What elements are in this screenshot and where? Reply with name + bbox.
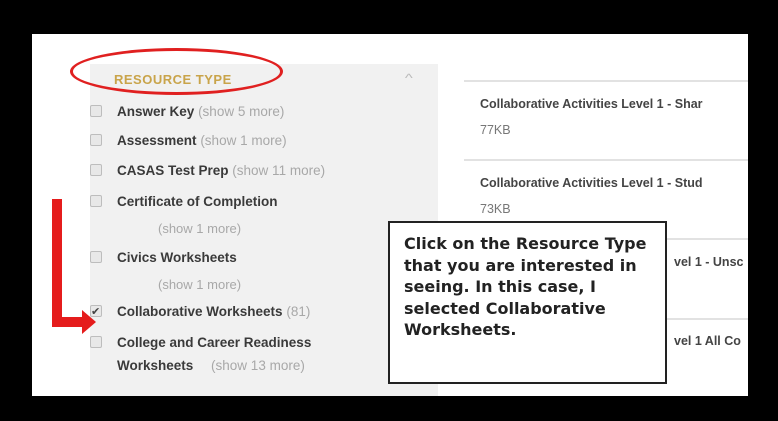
result-title[interactable]: Collaborative Activities Level 1 - Stud xyxy=(480,176,703,190)
filter-label: Collaborative Worksheets xyxy=(117,304,283,319)
filter-label: Answer Key xyxy=(117,104,195,119)
checkbox[interactable] xyxy=(90,105,102,117)
result-count: (81) xyxy=(286,304,311,319)
filter-item-collaborative-worksheets[interactable]: Collaborative Worksheets (81) xyxy=(90,303,311,321)
arrow-right-icon xyxy=(82,310,96,334)
instruction-callout: Click on the Resource Type that you are … xyxy=(388,221,667,384)
filter-item-college-career-line2[interactable]: Worksheets (show 13 more) xyxy=(117,357,305,375)
filter-item-assessment[interactable]: Assessment (show 1 more) xyxy=(90,132,287,150)
screenshot-frame: RESOURCE TYPE ^ Answer Key (show 5 more)… xyxy=(32,34,748,396)
filter-item-casas-test-prep[interactable]: CASAS Test Prep (show 11 more) xyxy=(90,162,325,180)
checkbox[interactable] xyxy=(90,134,102,146)
show-more-link[interactable]: (show 5 more) xyxy=(198,104,284,119)
divider xyxy=(464,80,748,82)
filter-label: College and Career Readiness xyxy=(117,335,312,350)
annotation-arrow-shaft xyxy=(52,317,82,327)
show-more-link[interactable]: (show 13 more) xyxy=(211,358,305,373)
filter-item-answer-key[interactable]: Answer Key (show 5 more) xyxy=(90,103,284,121)
checkbox[interactable] xyxy=(90,251,102,263)
result-size: 77KB xyxy=(480,123,511,137)
show-more-link[interactable]: (show 1 more) xyxy=(158,221,241,236)
filter-item-civics[interactable]: Civics Worksheets xyxy=(90,249,237,267)
filter-item-certificate[interactable]: Certificate of Completion xyxy=(90,193,278,211)
show-more-link[interactable]: (show 1 more) xyxy=(158,277,241,292)
result-title[interactable]: Collaborative Activities Level 1 - Shar xyxy=(480,97,703,111)
checkbox[interactable] xyxy=(90,336,102,348)
filter-label: CASAS Test Prep xyxy=(117,163,229,178)
annotation-arrow-stem xyxy=(52,199,62,327)
result-size: 73KB xyxy=(480,202,511,216)
chevron-up-icon[interactable]: ^ xyxy=(405,71,413,85)
checkbox[interactable] xyxy=(90,195,102,207)
filter-label: Civics Worksheets xyxy=(117,250,237,265)
show-more-link[interactable]: (show 1 more) xyxy=(200,133,286,148)
divider xyxy=(464,159,748,161)
filter-sidebar: RESOURCE TYPE ^ Answer Key (show 5 more)… xyxy=(90,64,438,396)
highlight-oval xyxy=(70,48,283,95)
filter-label: Certificate of Completion xyxy=(117,194,278,209)
filter-label-continued: Worksheets xyxy=(117,358,194,373)
show-more-link[interactable]: (show 11 more) xyxy=(232,163,325,178)
checkbox[interactable] xyxy=(90,164,102,176)
result-title[interactable]: vel 1 - Unsc xyxy=(674,255,743,269)
filter-item-college-career[interactable]: College and Career Readiness xyxy=(90,334,312,352)
filter-label: Assessment xyxy=(117,133,197,148)
result-title[interactable]: vel 1 All Co xyxy=(674,334,741,348)
